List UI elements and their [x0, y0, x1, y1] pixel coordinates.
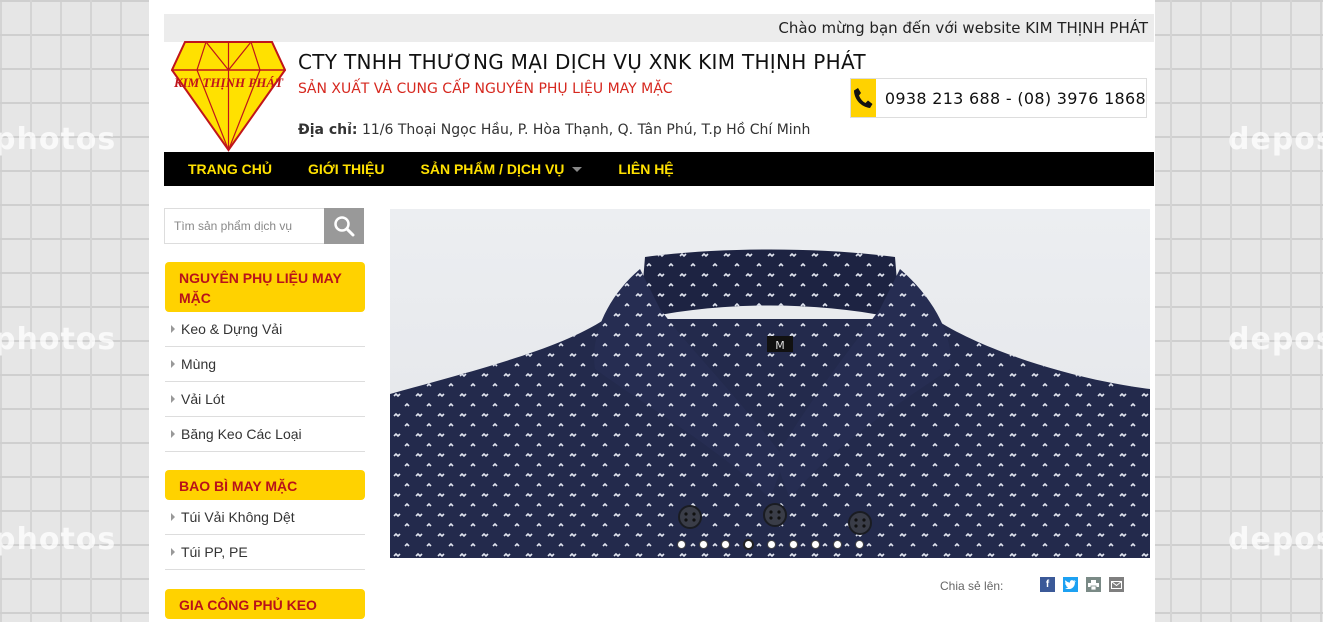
watermark-left-1: photos — [0, 122, 117, 157]
welcome-marquee: Chào mừng bạn đến với website KIM THỊNH … — [164, 14, 1154, 42]
caret-right-icon — [171, 395, 175, 403]
nav-item-products[interactable]: SẢN PHẨM / DỊCH VỤ — [421, 161, 583, 177]
company-logo[interactable]: KIM THỊNH PHÁT — [171, 40, 286, 152]
facebook-icon[interactable]: f — [1040, 577, 1055, 592]
slider-dot[interactable] — [810, 540, 820, 549]
page-container: Chào mừng bạn đến với website KIM THỊNH … — [149, 0, 1155, 622]
nav-label: LIÊN HỆ — [618, 161, 674, 177]
sidebar-item[interactable]: Vải Lót — [165, 382, 365, 417]
nav-item-about[interactable]: GIỚI THIỆU — [308, 161, 385, 177]
category-header[interactable]: BAO BÌ MAY MẶC — [165, 470, 365, 500]
twitter-icon[interactable] — [1063, 577, 1078, 592]
slider-dot[interactable] — [788, 540, 798, 549]
slider-dot[interactable] — [720, 540, 730, 549]
caret-right-icon — [171, 513, 175, 521]
image-slider[interactable]: M — [390, 209, 1150, 558]
search-button[interactable] — [324, 208, 364, 244]
nav-label: SẢN PHẨM / DỊCH VỤ — [420, 161, 565, 177]
category-header[interactable]: GIA CÔNG PHỦ KEO — [165, 589, 365, 619]
category-header[interactable]: NGUYÊN PHỤ LIỆU MAY MẶC — [165, 262, 365, 312]
slider-dot[interactable] — [698, 540, 708, 549]
caret-right-icon — [171, 430, 175, 438]
watermark-right-1: deposit — [1228, 122, 1323, 157]
nav-label: TRANG CHỦ — [188, 161, 272, 177]
slider-dot[interactable] — [766, 540, 776, 549]
slider-dot[interactable] — [832, 540, 842, 549]
email-icon[interactable] — [1109, 577, 1124, 592]
share-label: Chia sẻ lên: — [940, 579, 1004, 593]
slider-dot-active[interactable] — [742, 539, 754, 550]
sidebar-item[interactable]: Mùng — [165, 347, 365, 382]
sidebar-item-label: Băng Keo Các Loại — [181, 426, 302, 442]
hotline-box[interactable]: 0938 213 688 - (08) 3976 1868 — [850, 78, 1147, 118]
share-icons: f — [1040, 577, 1124, 592]
print-icon[interactable] — [1086, 577, 1101, 592]
search-icon — [334, 216, 355, 237]
caret-right-icon — [171, 325, 175, 333]
nav-item-home[interactable]: TRANG CHỦ — [188, 161, 272, 177]
welcome-text: Chào mừng bạn đến với website KIM THỊNH … — [778, 19, 1148, 37]
logo-text: KIM THỊNH PHÁT — [173, 75, 284, 90]
search-input[interactable] — [164, 208, 324, 244]
sidebar-item[interactable]: Túi Vải Không Dệt — [165, 500, 365, 535]
sidebar-item-label: Mùng — [181, 356, 217, 372]
slider-dot[interactable] — [676, 540, 686, 549]
phone-icon — [851, 79, 876, 117]
address-text: 11/6 Thoại Ngọc Hầu, P. Hòa Thạnh, Q. Tâ… — [361, 122, 811, 138]
watermark-left-2: photos — [0, 322, 117, 357]
sidebar-item[interactable]: Keo & Dựng Vải — [165, 312, 365, 347]
sidebar-item[interactable]: Túi PP, PE — [165, 535, 365, 570]
slider-dot[interactable] — [854, 540, 864, 549]
caret-right-icon — [171, 548, 175, 556]
chevron-down-icon — [572, 166, 583, 172]
caret-right-icon — [171, 360, 175, 368]
sidebar-item-label: Vải Lót — [181, 391, 225, 407]
company-slogan: SẢN XUẤT VÀ CUNG CẤP NGUYÊN PHỤ LIỆU MAY… — [298, 81, 673, 97]
company-name: CTY TNHH THƯƠNG MẠI DỊCH VỤ XNK KIM THỊN… — [298, 50, 866, 74]
slider-dots — [390, 539, 1150, 550]
sidebar-item-label: Túi Vải Không Dệt — [181, 509, 295, 525]
main-nav: TRANG CHỦ GIỚI THIỆU SẢN PHẨM / DỊCH VỤ … — [164, 152, 1154, 186]
nav-item-contact[interactable]: LIÊN HỆ — [618, 161, 673, 177]
address-label: Địa chỉ: — [298, 122, 358, 138]
hotline-number: 0938 213 688 - (08) 3976 1868 — [884, 88, 1146, 108]
slide-size-label: M — [775, 339, 785, 352]
sidebar-item[interactable]: Băng Keo Các Loại — [165, 417, 365, 452]
sidebar-item-label: Keo & Dựng Vải — [181, 321, 283, 337]
sidebar-item-label: Túi PP, PE — [181, 544, 248, 560]
search-box — [164, 208, 364, 244]
watermark-right-3: deposit — [1228, 522, 1323, 557]
nav-label: GIỚI THIỆU — [308, 161, 385, 177]
watermark-left-3: photos — [0, 522, 117, 557]
company-address: Địa chỉ: 11/6 Thoại Ngọc Hầu, P. Hòa Thạ… — [298, 122, 810, 138]
slide-image: M — [390, 209, 1150, 558]
watermark-right-2: deposit — [1228, 322, 1323, 357]
